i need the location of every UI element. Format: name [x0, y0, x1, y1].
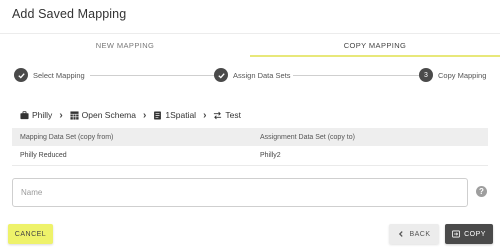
step-connector: [293, 75, 419, 76]
table-icon: [70, 110, 79, 120]
back-button[interactable]: BACK: [389, 224, 439, 244]
step-label: Copy Mapping: [438, 70, 487, 80]
step-copy-mapping: 3 Copy Mapping: [419, 68, 486, 82]
tab-new-mapping[interactable]: NEW MAPPING: [0, 34, 250, 57]
help-icon[interactable]: ?: [476, 186, 487, 197]
breadcrumb: Philly › Open Schema › 1Spatial › Test: [20, 108, 241, 122]
back-label: BACK: [409, 230, 431, 238]
table-cell: Philly Reduced: [20, 152, 67, 159]
breadcrumb-label: Philly: [32, 110, 53, 120]
cancel-button[interactable]: CANCEL: [8, 224, 53, 244]
table-header: Mapping Data Set (copy from) Assignment …: [12, 128, 488, 146]
table-cell: Philly2: [260, 152, 281, 159]
step-label: Assign Data Sets: [233, 70, 291, 80]
column-header: Mapping Data Set (copy from): [20, 133, 114, 141]
breadcrumb-label: Test: [225, 110, 241, 120]
step-connector: [90, 75, 214, 76]
name-input[interactable]: [12, 178, 468, 207]
briefcase-icon: [20, 110, 29, 119]
copy-icon: [452, 230, 460, 238]
breadcrumb-item-1spatial[interactable]: 1Spatial: [153, 110, 196, 120]
breadcrumb-label: 1Spatial: [165, 110, 197, 120]
step-number-icon: 3: [419, 68, 433, 82]
breadcrumb-item-open-schema[interactable]: Open Schema: [70, 110, 136, 120]
copy-button[interactable]: COPY: [445, 224, 493, 244]
swap-icon: [214, 111, 222, 119]
column-header: Assignment Data Set (copy to): [260, 133, 355, 141]
step-assign-data-sets: Assign Data Sets: [214, 68, 291, 82]
dialog-title: Add Saved Mapping: [12, 7, 127, 21]
mapping-table: Mapping Data Set (copy from) Assignment …: [12, 128, 488, 166]
breadcrumb-label: Open Schema: [81, 110, 136, 120]
chevron-right-icon: ›: [203, 109, 207, 121]
copy-label: COPY: [464, 230, 486, 238]
chevron-right-icon: ›: [59, 109, 63, 121]
tab-bar: NEW MAPPING COPY MAPPING: [0, 33, 500, 57]
check-icon: [14, 68, 28, 82]
table-row[interactable]: Philly Reduced Philly2: [12, 146, 488, 166]
breadcrumb-item-test[interactable]: Test: [213, 110, 241, 120]
stepper: Select Mapping Assign Data Sets 3 Copy M…: [14, 68, 488, 84]
chevron-left-icon: [399, 231, 404, 237]
step-label: Select Mapping: [33, 70, 85, 80]
step-select-mapping: Select Mapping: [14, 68, 85, 82]
tab-copy-mapping[interactable]: COPY MAPPING: [250, 34, 500, 57]
check-icon: [214, 68, 228, 82]
chevron-right-icon: ›: [143, 109, 147, 121]
cancel-label: CANCEL: [14, 230, 47, 238]
document-icon: [154, 110, 162, 120]
breadcrumb-item-philly[interactable]: Philly: [20, 110, 52, 120]
